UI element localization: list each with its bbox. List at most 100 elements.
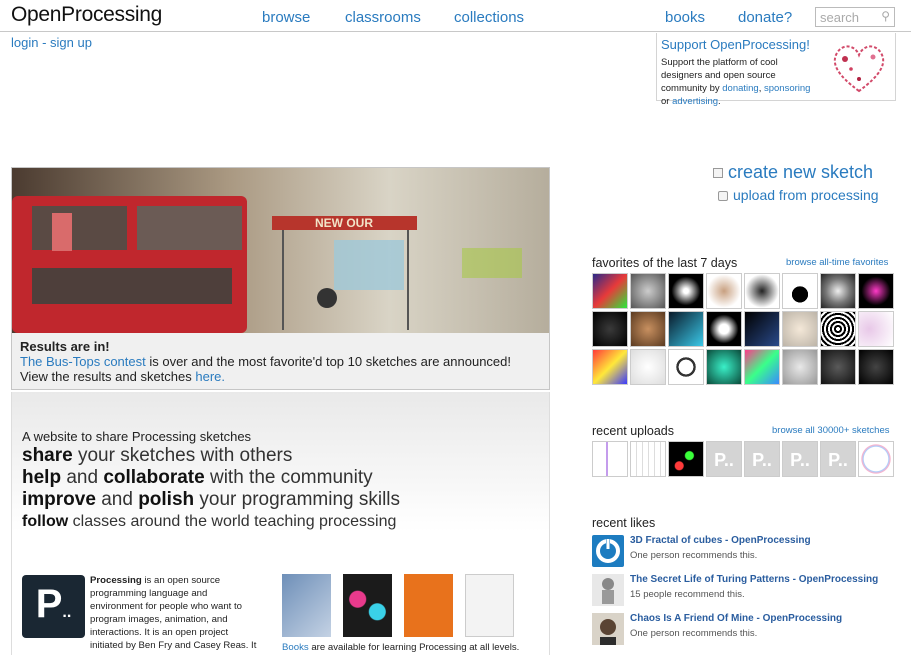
book-cover-1[interactable] — [282, 574, 331, 637]
like-title[interactable]: 3D Fractal of cubes - OpenProcessing — [630, 535, 811, 546]
favorite-sketch-thumbnail[interactable] — [592, 311, 628, 347]
nav-browse[interactable]: browse — [262, 9, 310, 26]
create-new-sketch-link[interactable]: create new sketch — [713, 162, 873, 183]
recent-sketch-thumbnail[interactable] — [668, 441, 704, 477]
upload-icon — [718, 191, 728, 202]
favorite-sketch-thumbnail[interactable] — [820, 311, 856, 347]
upload-label: upload from processing — [733, 187, 879, 203]
search-placeholder: search — [820, 10, 860, 25]
share-rest: your sketches with others — [72, 445, 293, 466]
favorite-sketch-thumbnail[interactable] — [744, 273, 780, 309]
favorite-sketch-thumbnail[interactable] — [630, 349, 666, 385]
create-label: create new sketch — [728, 162, 874, 182]
recent-sketch-thumbnail[interactable]: P.. — [782, 441, 818, 477]
hero-image: NEW OUR — [12, 168, 549, 333]
search-icon[interactable]: ⚲ — [881, 9, 890, 23]
advertising-link[interactable]: advertising — [672, 96, 718, 107]
nav-donate[interactable]: donate? — [738, 9, 792, 26]
favorite-sketch-thumbnail[interactable] — [668, 273, 704, 309]
book-cover-3[interactable] — [404, 574, 453, 637]
sponsoring-link[interactable]: sponsoring — [764, 83, 810, 94]
upload-from-processing-link[interactable]: upload from processing — [718, 187, 879, 203]
recent-sketch-thumbnail[interactable] — [630, 441, 666, 477]
openprocessing-avatar-icon — [592, 535, 624, 567]
hero-heading: Results are in! — [20, 339, 110, 354]
browse-all-sketches-link[interactable]: browse all 30000+ sketches — [772, 425, 890, 436]
favorite-sketch-thumbnail[interactable] — [706, 273, 742, 309]
hero-banner[interactable]: NEW OUR Results are in! The Bus-Tops con… — [11, 167, 550, 390]
nav-classrooms[interactable]: classrooms — [345, 9, 421, 26]
favorite-sketch-thumbnail[interactable] — [706, 349, 742, 385]
search-input[interactable]: search ⚲ — [815, 7, 895, 27]
auth-links: login - sign up — [11, 35, 92, 50]
intro-tagline: A website to share Processing sketches — [22, 429, 252, 444]
like-title[interactable]: Chaos Is A Friend Of Mine - OpenProcessi… — [630, 613, 842, 624]
heart-illustration — [833, 45, 885, 93]
book-cover-2[interactable] — [343, 574, 392, 637]
nav-books[interactable]: books — [665, 9, 705, 26]
recent-sketch-thumbnail[interactable] — [592, 441, 628, 477]
bus-tops-contest-link[interactable]: The Bus-Tops contest — [20, 354, 146, 369]
person-avatar-icon — [592, 613, 624, 645]
recent-sketch-thumbnail[interactable]: P.. — [820, 441, 856, 477]
books-caption: Books are available for learning Process… — [282, 642, 519, 653]
favorite-sketch-thumbnail[interactable] — [782, 311, 818, 347]
results-here-link[interactable]: here. — [195, 369, 225, 384]
like-subtitle: One person recommends this. — [630, 550, 758, 561]
like-subtitle: 15 people recommend this. — [630, 589, 745, 600]
share-word: share — [22, 445, 73, 466]
improve-and: and — [95, 489, 139, 510]
processing-logo-icon[interactable]: P.. — [22, 575, 85, 638]
recent-uploads-title: recent uploads — [592, 424, 675, 438]
favorite-sketch-thumbnail[interactable] — [858, 349, 894, 385]
help-and: and — [61, 467, 104, 488]
improve-rest: your programming skills — [194, 489, 401, 510]
bus-stop-sign: NEW OUR — [315, 216, 373, 230]
login-link[interactable]: login — [11, 35, 38, 50]
hero-line-2: View the results and sketches here. — [20, 369, 543, 384]
favorite-sketch-thumbnail[interactable] — [744, 311, 780, 347]
favorite-sketch-thumbnail[interactable] — [820, 273, 856, 309]
improve-word: improve — [22, 489, 96, 510]
support-sep2: or — [661, 96, 673, 107]
favorite-sketch-thumbnail[interactable] — [820, 349, 856, 385]
signup-link[interactable]: sign up — [50, 35, 92, 50]
polish-word: polish — [138, 489, 195, 510]
follow-word: follow — [22, 513, 69, 530]
favorite-sketch-thumbnail[interactable] — [630, 273, 666, 309]
recent-sketch-thumbnail[interactable]: P.. — [744, 441, 780, 477]
favorite-sketch-thumbnail[interactable] — [782, 273, 818, 309]
like-subtitle: One person recommends this. — [630, 628, 758, 639]
hero-line-text: is over and the most favorite'd top 10 s… — [145, 354, 511, 369]
intro-line-help: help and collaborate with the community — [22, 467, 373, 489]
favorite-sketch-thumbnail[interactable] — [858, 273, 894, 309]
favorite-sketch-thumbnail[interactable] — [592, 349, 628, 385]
like-item[interactable]: 3D Fractal of cubes - OpenProcessing One… — [592, 535, 902, 573]
like-item[interactable]: Chaos Is A Friend Of Mine - OpenProcessi… — [592, 613, 902, 651]
favorite-sketch-thumbnail[interactable] — [668, 311, 704, 347]
intro-line-improve: improve and polish your programming skil… — [22, 489, 400, 511]
help-word: help — [22, 467, 62, 488]
recent-sketch-thumbnail[interactable]: P.. — [706, 441, 742, 477]
browse-all-time-favorites-link[interactable]: browse all-time favorites — [786, 257, 888, 268]
recent-likes-title: recent likes — [592, 516, 656, 530]
support-description: Support the platform of cool designers a… — [661, 56, 821, 108]
favorite-sketch-thumbnail[interactable] — [706, 311, 742, 347]
favorite-sketch-thumbnail[interactable] — [592, 273, 628, 309]
favorite-sketch-thumbnail[interactable] — [630, 311, 666, 347]
favorite-sketch-thumbnail[interactable] — [668, 349, 704, 385]
favorite-sketch-thumbnail[interactable] — [744, 349, 780, 385]
collaborate-word: collaborate — [103, 467, 205, 488]
favorite-sketch-thumbnail[interactable] — [782, 349, 818, 385]
favorites-title: favorites of the last 7 days — [592, 256, 738, 270]
donating-link[interactable]: donating — [722, 83, 758, 94]
book-cover-4[interactable] — [465, 574, 514, 637]
favorite-sketch-thumbnail[interactable] — [858, 311, 894, 347]
site-logo[interactable]: OpenProcessing — [11, 3, 162, 27]
bus-photo: NEW OUR — [12, 168, 549, 333]
books-link[interactable]: Books — [282, 642, 309, 653]
like-item[interactable]: The Secret Life of Turing Patterns - Ope… — [592, 574, 902, 612]
like-title[interactable]: The Secret Life of Turing Patterns - Ope… — [630, 574, 878, 585]
recent-sketch-thumbnail[interactable] — [858, 441, 894, 477]
nav-collections[interactable]: collections — [454, 9, 524, 26]
